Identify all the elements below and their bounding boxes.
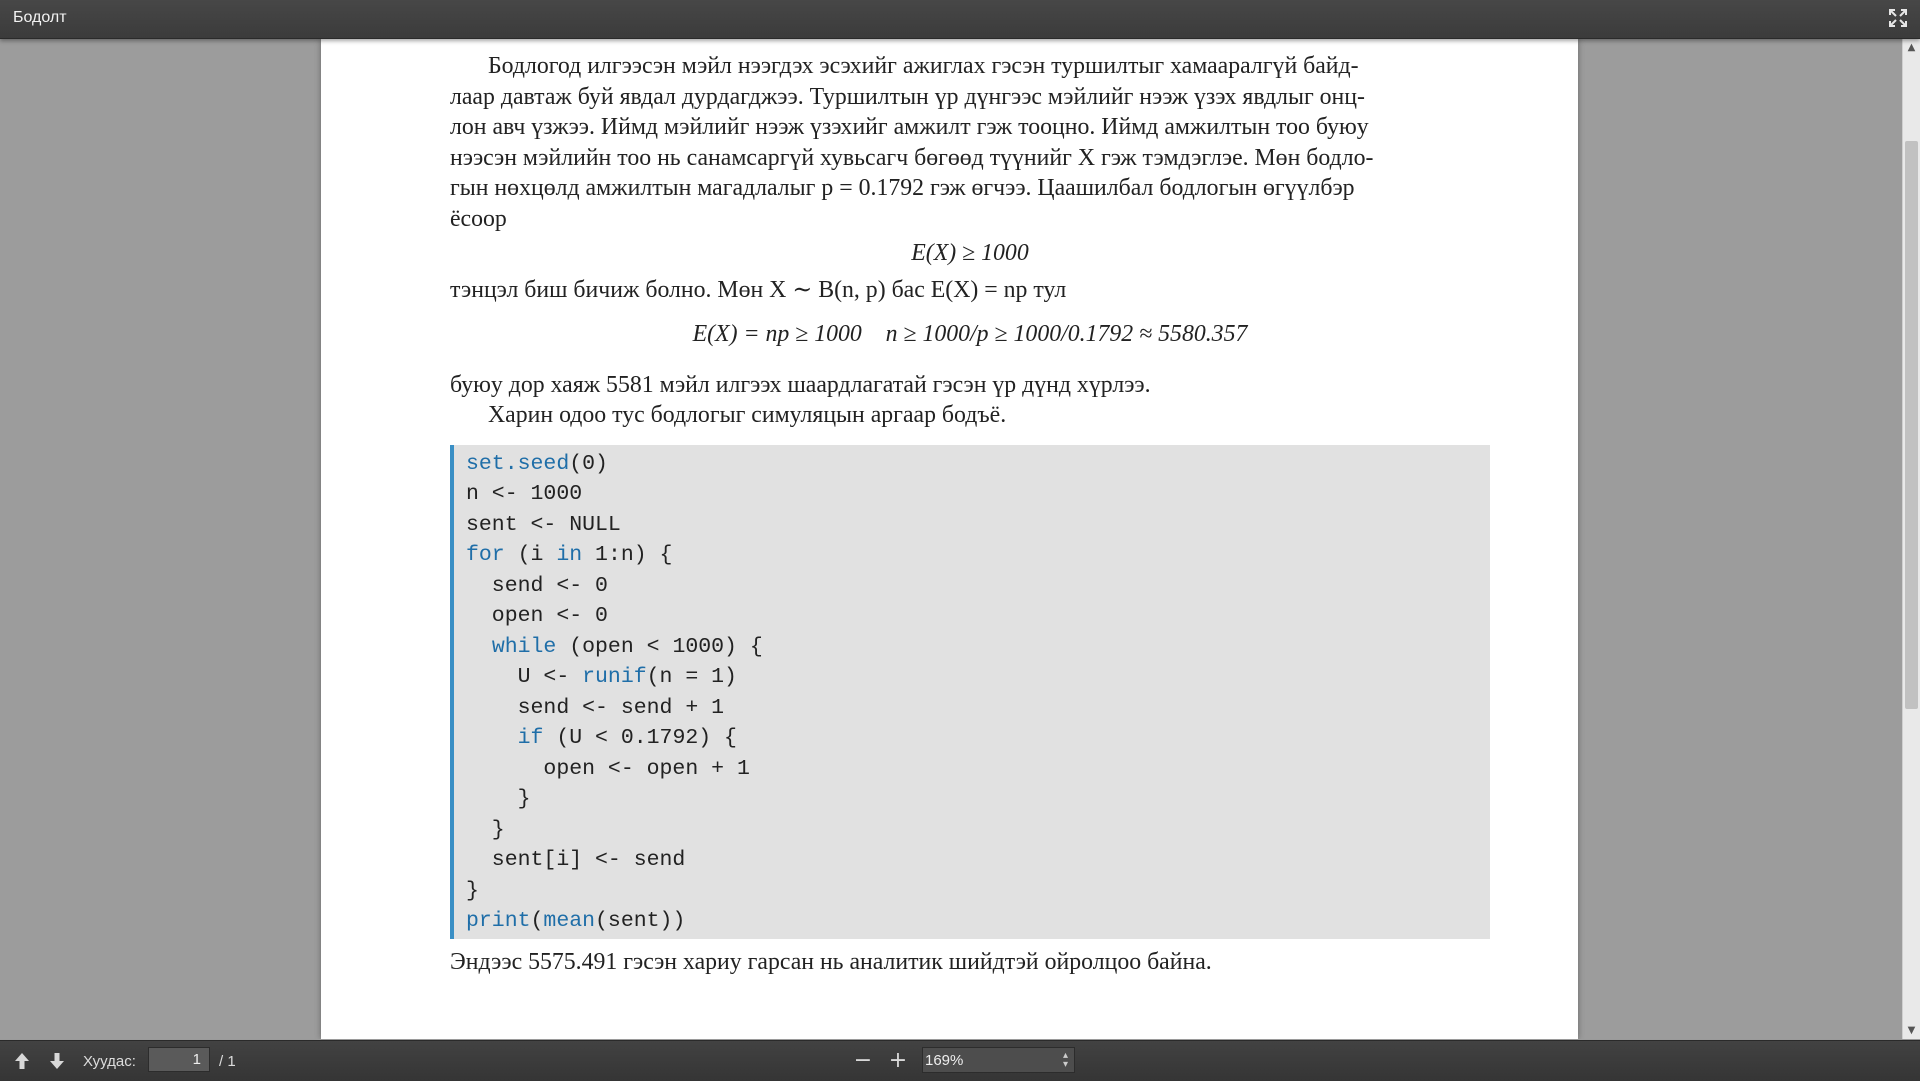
code-line: set.seed(0): [466, 451, 608, 476]
next-page-icon[interactable]: [46, 1050, 68, 1072]
zoom-out-button[interactable]: −: [852, 1050, 874, 1072]
paragraph-simulation-intro: Харин одоо тус бодлогыг симуляцын аргаар…: [488, 402, 1007, 428]
code-line: U <- runif(n = 1): [466, 665, 737, 689]
fullscreen-icon[interactable]: [1888, 8, 1908, 28]
text-line: лаар давтаж буй явдал дурдагджээ. Туршил…: [450, 83, 1365, 110]
page-number-input[interactable]: [148, 1047, 210, 1072]
zoom-value: 169%: [925, 1052, 964, 1069]
code-line: }: [466, 878, 479, 903]
zoom-in-button[interactable]: +: [887, 1050, 909, 1072]
code-line: open <- 0: [466, 604, 608, 628]
paragraph-conclusion: Эндээс 5575.491 гэсэн хариу гарсан нь ан…: [450, 948, 1212, 975]
code-line: }: [466, 817, 505, 842]
scroll-up-icon[interactable]: ▲: [1903, 39, 1920, 56]
text-line: лон авч үзжээ. Иймд мэйлийг нээж үзэхийг…: [450, 114, 1369, 140]
zoom-select[interactable]: 169% ▴ ▾: [922, 1047, 1075, 1073]
page-total: / 1: [219, 1053, 236, 1070]
bottom-toolbar: Хуудас: / 1 − + 169% ▴▾: [0, 1040, 1920, 1081]
page-content: Бодлогод илгээсэн мэйл нээгдэх эсэхийг а…: [450, 51, 1490, 977]
code-line: n <- 1000: [466, 482, 583, 506]
page-label: Хуудас:: [83, 1053, 136, 1070]
paragraph-problem-description: Бодлогод илгээсэн мэйл нээгдэх эсэхийг а…: [450, 51, 1490, 234]
window-title: Бодолт: [13, 9, 67, 26]
previous-page-icon[interactable]: [11, 1050, 33, 1072]
text-line: нээсэн мэйлийн тоо нь санамсаргүй хувьса…: [450, 144, 1374, 171]
code-line: for (i in 1:n) {: [466, 543, 673, 567]
select-arrows-icon: ▴ ▾: [1062, 1050, 1068, 1070]
code-line: open <- open + 1: [466, 756, 750, 781]
code-line: }: [466, 787, 531, 811]
code-line: send <- send + 1: [466, 695, 725, 720]
code-block: set.seed(0) n <- 1000 sent <- NULL for (…: [450, 444, 1490, 939]
code-line: if (U < 0.1792) {: [517, 726, 737, 750]
paragraph-binomial: тэнцэл биш бичиж болно. Мөн X ∼ B(n, p) …: [450, 276, 1067, 303]
code-line: while (open < 1000) {: [491, 634, 763, 659]
code-line: sent <- NULL: [466, 512, 621, 537]
title-bar: Бодолт: [0, 0, 1920, 39]
code-line: print(mean(sent)): [466, 909, 686, 933]
equation-expectation: E(X) ≥ 1000: [911, 240, 1029, 266]
text-line: ёсоор: [450, 205, 507, 232]
equation-sample-size: E(X) = np ≥ 1000 n ≥ 1000/p ≥ 1000/0.179…: [692, 321, 1248, 347]
pdf-page: Бодлогод илгээсэн мэйл нээгдэх эсэхийг а…: [321, 39, 1578, 1039]
scrollbar-thumb[interactable]: [1905, 141, 1918, 709]
text-line: гын нөхцөлд амжилтын магадлалыг p = 0.17…: [450, 175, 1355, 201]
paragraph-result: буюу дор хаяж 5581 мэйл илгээх шаардлага…: [450, 371, 1151, 398]
scroll-down-icon[interactable]: ▼: [1903, 1022, 1920, 1039]
code-line: sent[i] <- send: [466, 848, 686, 872]
document-viewer[interactable]: Бодлогод илгээсэн мэйл нээгдэх эсэхийг а…: [0, 39, 1920, 1039]
text-line: Бодлогод илгээсэн мэйл нээгдэх эсэхийг а…: [488, 53, 1359, 79]
code-line: send <- 0: [466, 573, 608, 598]
vertical-scrollbar[interactable]: ▲ ▼: [1902, 39, 1920, 1039]
